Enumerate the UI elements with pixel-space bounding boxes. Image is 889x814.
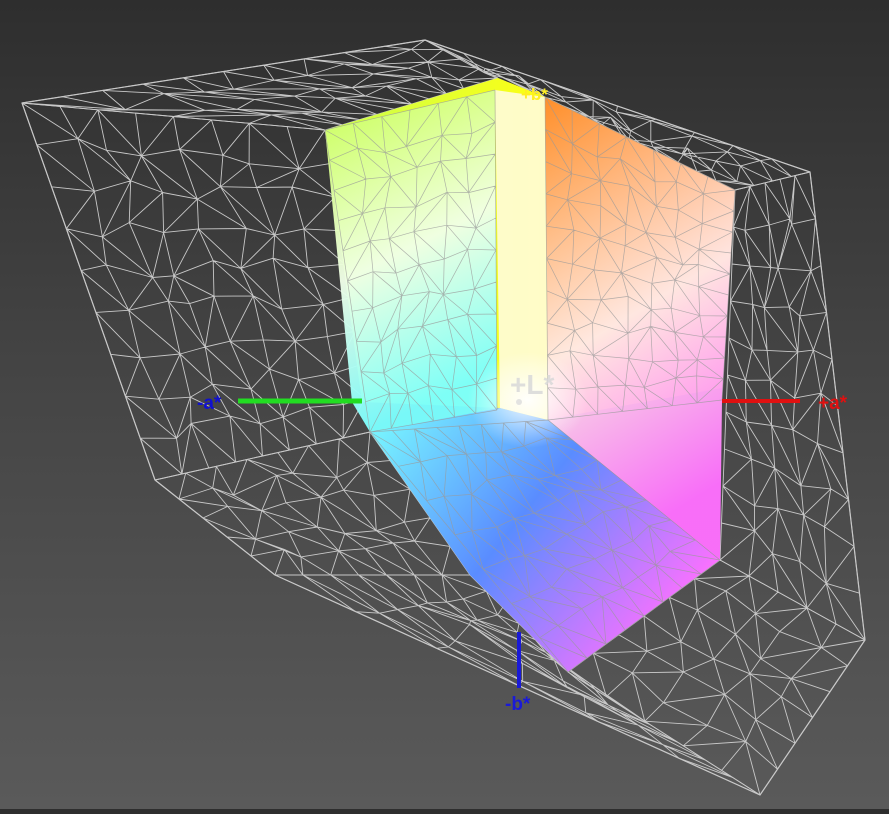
gamut-diagram-stage: +L* -a* +a* -b* +b*: [0, 0, 889, 809]
axis-label-plus-b: +b*: [521, 85, 548, 104]
axis-label-plus-a: +a*: [818, 393, 848, 414]
gamut-3d-diagram: +L* -a* +a* -b* +b*: [21, 39, 866, 796]
wireframe-mesh-patch: [21, 102, 371, 481]
axis-label-minus-a: -a*: [197, 393, 222, 414]
axis-label-minus-b: -b*: [505, 694, 531, 715]
gamut-face-left: [325, 90, 497, 432]
axis-label-plus-L: +L*: [510, 369, 554, 400]
